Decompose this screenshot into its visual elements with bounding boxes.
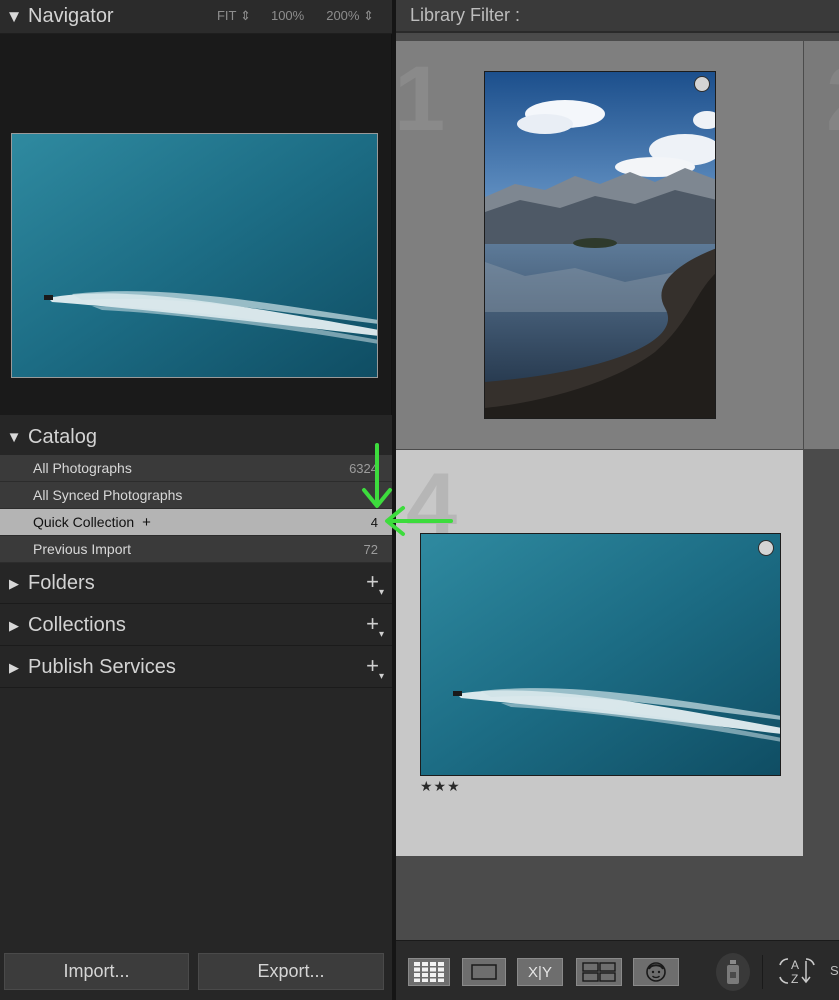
grid-cell[interactable]: 2 [804, 41, 839, 449]
export-button[interactable]: Export... [198, 953, 384, 990]
mountain-lake-image [485, 72, 715, 418]
sort-label: S [830, 963, 839, 978]
catalog-header[interactable]: ▼ Catalog [0, 420, 392, 454]
updown-chevron-icon: ⇕ [363, 8, 374, 23]
svg-text:Z: Z [791, 972, 798, 986]
collapse-triangle-icon[interactable]: ▼ [0, 7, 28, 27]
catalog-item-previous-import[interactable]: Previous Import 72 [0, 536, 392, 563]
updown-chevron-icon: ⇕ [240, 8, 251, 23]
import-button[interactable]: Import... [4, 953, 189, 990]
photo-grid[interactable]: 1 4 ★★★ [396, 35, 839, 940]
library-filter-bar[interactable]: Library Filter : [396, 0, 839, 33]
sort-az-icon[interactable]: A Z [774, 954, 822, 988]
photo-thumbnail-boat-wake[interactable] [420, 533, 781, 776]
catalog-item-all-synced-photographs[interactable]: All Synced Photographs [0, 482, 392, 509]
expand-triangle-icon[interactable]: ▶ [0, 576, 28, 592]
expand-triangle-icon[interactable]: ▶ [0, 618, 28, 634]
navigator-title: Navigator [28, 5, 114, 27]
right-panel: Library Filter : 1 4 ★★★ X|Y A Z S [396, 0, 839, 1000]
dropdown-caret-icon: ▾ [378, 629, 384, 640]
grid-view-icon[interactable] [408, 958, 450, 986]
library-toolbar: X|Y A Z S [396, 940, 839, 1000]
expand-triangle-icon[interactable]: ▶ [0, 660, 28, 676]
star-rating[interactable]: ★★★ [420, 778, 461, 795]
collections-header[interactable]: ▶ Collections +▾ [0, 606, 392, 646]
cell-index-number: 2 [826, 47, 839, 152]
grid-cell-selected[interactable]: 4 ★★★ [396, 450, 803, 856]
left-panel: ▼ Navigator FIT ⇕ 100% 200% ⇕ ▼ Catalog … [0, 0, 392, 1000]
catalog-title: Catalog [28, 425, 97, 448]
painter-spray-icon[interactable] [716, 953, 750, 991]
left-bottom-bar: Import... Export... [0, 944, 392, 1000]
publish-services-header[interactable]: ▶ Publish Services +▾ [0, 648, 392, 688]
collections-title: Collections [28, 614, 126, 636]
select-circle-icon[interactable] [758, 540, 774, 556]
publish-services-title: Publish Services [28, 656, 176, 678]
navigator-zoom-options: FIT ⇕ 100% 200% ⇕ [217, 8, 382, 24]
catalog-item-all-photographs[interactable]: All Photographs 6324 [0, 455, 392, 482]
add-folder-button[interactable]: +▾ [366, 571, 384, 603]
library-filter-label: Library Filter : [410, 5, 521, 25]
zoom-fit-option[interactable]: FIT ⇕ [217, 8, 251, 24]
grid-cell[interactable]: 1 [396, 41, 803, 449]
catalog-item-label: All Synced Photographs [33, 487, 183, 503]
zoom-200-option[interactable]: 200% ⇕ [326, 8, 374, 24]
add-collection-button[interactable]: +▾ [366, 613, 384, 645]
svg-text:A: A [791, 958, 799, 972]
collapse-triangle-icon[interactable]: ▼ [0, 429, 28, 446]
navigator-preview-image[interactable] [11, 133, 378, 378]
navigator-header[interactable]: ▼ Navigator FIT ⇕ 100% 200% ⇕ [0, 0, 392, 34]
catalog-item-quick-collection[interactable]: Quick Collection + 4 [0, 509, 392, 536]
navigator-area[interactable] [0, 34, 392, 415]
loupe-view-icon[interactable] [462, 958, 506, 986]
cell-index-number: 1 [396, 48, 446, 150]
boat-wake-preview [12, 134, 377, 377]
catalog-item-count: 6324 [349, 460, 378, 476]
catalog-list: All Photographs 6324 All Synced Photogra… [0, 455, 392, 563]
zoom-100-option[interactable]: 100% [271, 8, 304, 24]
dropdown-caret-icon: ▾ [378, 587, 384, 598]
folders-header[interactable]: ▶ Folders +▾ [0, 564, 392, 604]
catalog-item-label: Quick Collection [33, 514, 135, 530]
compare-view-icon[interactable]: X|Y [517, 958, 563, 986]
photo-thumbnail-mountain-lake[interactable] [484, 71, 716, 419]
boat-wake-image [421, 534, 780, 775]
select-circle-icon[interactable] [694, 76, 710, 92]
survey-view-icon[interactable] [576, 958, 622, 986]
catalog-item-count: 4 [370, 514, 378, 530]
add-publish-service-button[interactable]: +▾ [366, 655, 384, 687]
catalog-item-label: All Photographs [33, 460, 132, 476]
catalog-item-count: 72 [363, 541, 378, 557]
catalog-item-label: Previous Import [33, 541, 132, 557]
toolbar-separator [762, 955, 763, 989]
dropdown-caret-icon: ▾ [378, 671, 384, 682]
folders-title: Folders [28, 572, 95, 594]
quick-collection-plus-icon: + [142, 513, 151, 531]
people-view-icon[interactable] [633, 958, 679, 986]
